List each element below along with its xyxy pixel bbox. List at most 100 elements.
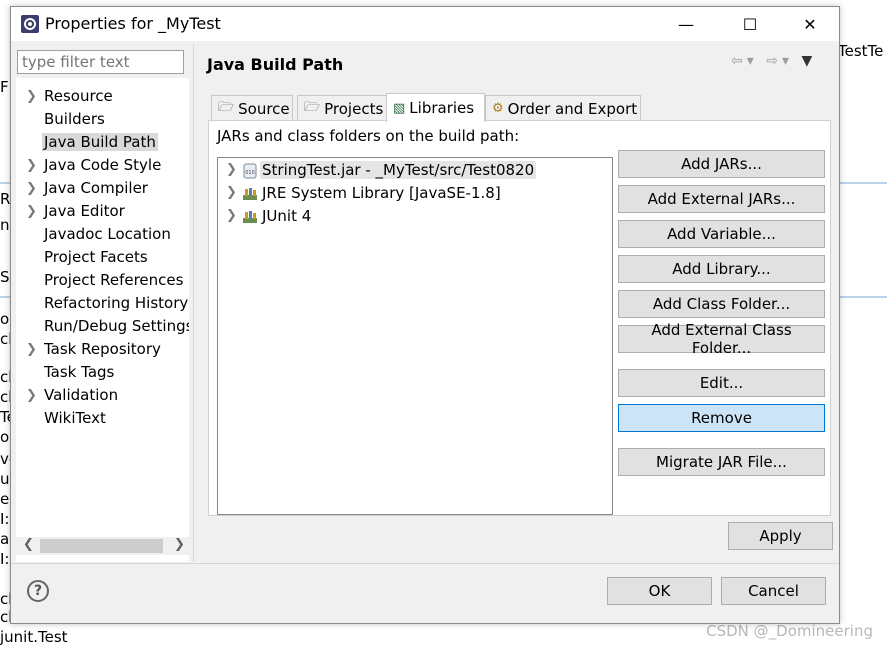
library-label: JRE System Library [JavaSE-1.8] xyxy=(262,184,501,202)
migrate-jar-file-button[interactable]: Migrate JAR File... xyxy=(618,448,825,476)
minimize-button[interactable]: — xyxy=(663,7,709,41)
tree-item-label: Java Compiler xyxy=(44,179,148,197)
remove-button[interactable]: Remove xyxy=(618,404,825,432)
scroll-right-icon[interactable]: ❯ xyxy=(174,537,185,552)
scroll-left-icon[interactable]: ❮ xyxy=(23,537,34,552)
expand-arrow-icon[interactable]: ❯ xyxy=(26,388,37,403)
library-label: StringTest.jar - _MyTest/src/Test0820 xyxy=(260,161,537,179)
add-variable-button[interactable]: Add Variable... xyxy=(618,220,825,248)
expand-arrow-icon[interactable]: ❯ xyxy=(226,162,237,177)
tree-item-label: WikiText xyxy=(44,409,106,427)
tree-item-builders[interactable]: Builders xyxy=(16,109,189,132)
tree-item-label: Project References xyxy=(44,271,184,289)
watermark: CSDN @_Domineering xyxy=(706,622,873,640)
tree-item-resource[interactable]: ❯ Resource xyxy=(16,86,189,109)
build-path-label: JARs and class folders on the build path… xyxy=(217,127,520,145)
tab-label: Projects xyxy=(324,99,384,118)
tree-item-label: Java Build Path xyxy=(42,133,158,151)
tree-item-label: Java Code Style xyxy=(44,156,162,174)
maximize-button[interactable]: ☐ xyxy=(727,7,773,41)
tree-item-java-code-style[interactable]: ❯ Java Code Style xyxy=(16,155,189,178)
tree-item-task-repository[interactable]: ❯ Task Repository xyxy=(16,339,189,362)
property-page-tree[interactable]: ❯ Resource Builders Java Build Path ❯ Java Co… xyxy=(16,78,189,562)
tree-item-run-debug-settings[interactable]: Run/Debug Settings xyxy=(16,316,189,339)
dialog-title: Properties for _MyTest xyxy=(45,14,221,33)
scrollbar-thumb[interactable] xyxy=(40,539,163,553)
tree-item-javadoc-location[interactable]: Javadoc Location xyxy=(16,224,189,247)
tree-item-task-tags[interactable]: Task Tags xyxy=(16,362,189,385)
back-arrow-icon[interactable]: ⇦ xyxy=(731,53,747,69)
tree-item-wikitext[interactable]: WikiText xyxy=(16,408,189,431)
tree-item-project-references[interactable]: Project References xyxy=(16,270,189,293)
pane-divider[interactable] xyxy=(193,44,194,562)
background-fragment: n xyxy=(0,216,10,234)
tree-item-label: Builders xyxy=(44,110,105,128)
expand-arrow-icon[interactable]: ❯ xyxy=(26,181,37,196)
tree-item-refactoring-history[interactable]: Refactoring History xyxy=(16,293,189,316)
footer-separator xyxy=(11,563,839,564)
forward-menu-icon[interactable]: ▾ xyxy=(782,53,793,69)
tree-item-label: Resource xyxy=(44,87,113,105)
back-menu-icon[interactable]: ▾ xyxy=(747,53,758,69)
background-editor-tab: TestTe xyxy=(838,42,884,60)
tab-libraries[interactable]: ▧ Libraries xyxy=(386,93,485,122)
background-bottom-text: junit.Test xyxy=(0,628,68,646)
expand-arrow-icon[interactable]: ❯ xyxy=(226,208,237,223)
add-external-jars-button[interactable]: Add External JARs... xyxy=(618,185,825,213)
page-title: Java Build Path xyxy=(207,55,344,74)
tree-item-label: Task Repository xyxy=(44,340,161,358)
tree-horizontal-scrollbar[interactable]: ❮ ❯ xyxy=(16,537,189,555)
ok-button[interactable]: OK xyxy=(607,577,712,605)
tree-item-label: Validation xyxy=(44,386,119,404)
tree-item-label: Java Editor xyxy=(44,202,125,220)
help-icon[interactable]: ? xyxy=(27,580,49,602)
background-fragment: F xyxy=(0,78,9,96)
tab-source[interactable]: 🗁 Source xyxy=(211,95,293,121)
expand-arrow-icon[interactable]: ❯ xyxy=(26,89,37,104)
svg-text:010: 010 xyxy=(245,170,255,176)
expand-arrow-icon[interactable]: ❯ xyxy=(26,158,37,173)
library-icon xyxy=(243,211,257,223)
tree-item-java-compiler[interactable]: ❯ Java Compiler xyxy=(16,178,189,201)
order-export-icon: ⚙ xyxy=(492,101,504,116)
expand-arrow-icon[interactable]: ❯ xyxy=(26,342,37,357)
library-icon xyxy=(243,188,257,200)
background-fragment: R xyxy=(0,190,11,208)
tab-label: Libraries xyxy=(409,99,475,117)
libraries-icon: ▧ xyxy=(393,100,406,116)
source-folder-icon: 🗁 xyxy=(218,99,235,115)
tab-label: Order and Export xyxy=(507,99,638,118)
tab-label: Source xyxy=(238,99,290,118)
edit-button[interactable]: Edit... xyxy=(618,369,825,397)
properties-dialog: Properties for _MyTest — ☐ ✕ ❯ Resource Bu… xyxy=(10,6,840,624)
eclipse-gear-icon xyxy=(21,15,39,33)
background-fragment: S xyxy=(0,268,10,286)
add-external-class-folder-button[interactable]: Add External Class Folder... xyxy=(618,321,825,357)
apply-button[interactable]: Apply xyxy=(728,522,833,550)
add-class-folder-button[interactable]: Add Class Folder... xyxy=(618,290,825,318)
tree-item-java-editor[interactable]: ❯ Java Editor xyxy=(16,201,189,224)
filter-input[interactable] xyxy=(17,50,184,74)
expand-arrow-icon[interactable]: ❯ xyxy=(26,204,37,219)
close-button[interactable]: ✕ xyxy=(787,7,833,41)
tab-projects[interactable]: 🗁 Projects xyxy=(297,95,387,121)
history-navigation: ⇦▾ ⇨▾ ▼ xyxy=(731,53,816,69)
forward-arrow-icon[interactable]: ⇨ xyxy=(766,53,782,69)
view-menu-icon[interactable]: ▼ xyxy=(801,53,816,69)
tree-item-label: Javadoc Location xyxy=(44,225,171,243)
library-label: JUnit 4 xyxy=(262,207,312,225)
projects-icon: 🗁 xyxy=(304,99,321,115)
expand-arrow-icon[interactable]: ❯ xyxy=(226,185,237,200)
tree-item-validation[interactable]: ❯ Validation xyxy=(16,385,189,408)
cancel-button[interactable]: Cancel xyxy=(721,577,826,605)
tree-item-label: Run/Debug Settings xyxy=(44,317,189,335)
tree-item-project-facets[interactable]: Project Facets xyxy=(16,247,189,270)
tab-order-and-export[interactable]: ⚙ Order and Export xyxy=(485,95,641,121)
background-fragment: e xyxy=(0,490,10,508)
library-tree[interactable]: ❯ 010 StringTest.jar - _MyTest/src/Test0… xyxy=(217,157,613,515)
add-library-button[interactable]: Add Library... xyxy=(618,255,825,283)
add-jars-button[interactable]: Add JARs... xyxy=(618,150,825,178)
tree-item-label: Task Tags xyxy=(44,363,115,381)
tree-item-java-build-path[interactable]: Java Build Path xyxy=(16,132,189,155)
jar-icon: 010 xyxy=(243,163,257,179)
